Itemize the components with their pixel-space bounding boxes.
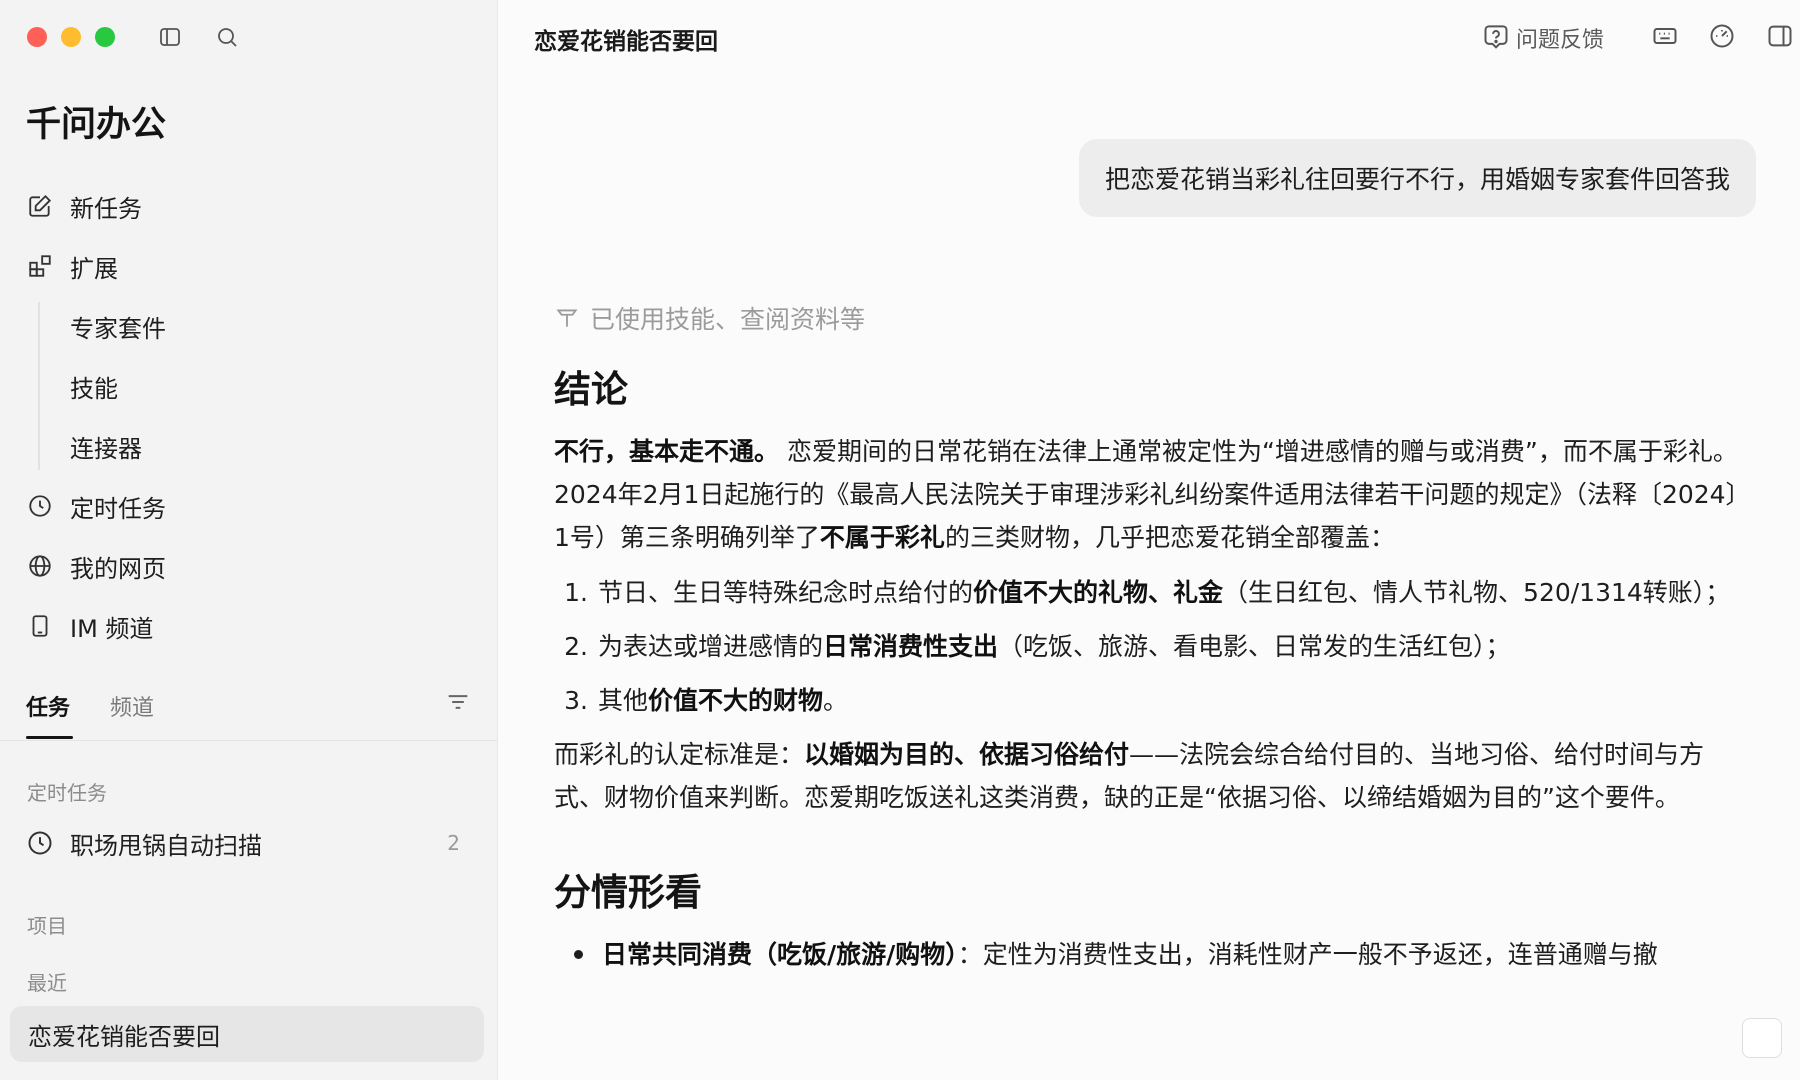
sidebar-item-label: 新任务: [70, 194, 142, 223]
answer-paragraph: 而彩礼的认定标准是：以婚姻为目的、依据习俗给付——法院会综合给付目的、当地习俗、…: [554, 733, 1750, 819]
bold-text: 不属于彩礼: [819, 523, 945, 552]
extensions-submenu: 专家套件 技能 连接器: [38, 296, 466, 476]
scheduled-task-count: 2: [447, 831, 460, 855]
answer-bullet-list: 日常共同消费（吃饭/旅游/购物）：定性为消费性支出，消耗性财产一般不予返还，连普…: [554, 933, 1750, 976]
user-message-bubble: 把恋爱花销当彩礼往回要行不行，用婚姻专家套件回答我: [1078, 139, 1756, 217]
section-label-recent: 最近: [27, 971, 67, 995]
sidebar-item-skills[interactable]: 技能: [70, 356, 466, 416]
answer-paragraph: 不行，基本走不通。 恋爱期间的日常花销在法律上通常被定性为“增进感情的赠与或消费…: [554, 430, 1750, 559]
feedback-label: 问题反馈: [1516, 28, 1605, 53]
sidebar-item-im-channel[interactable]: IM 频道: [26, 596, 466, 656]
text: （生日红包、情人节礼物、520/1314转账）；: [1223, 578, 1731, 607]
list-item: 3. 其他价值不大的财物。: [554, 679, 1750, 722]
divider: [0, 740, 497, 741]
app-window: 千问办公 新任务 扩展 专家套件 技能 连接器 定时任务 我的网页 IM 频道 …: [0, 0, 1800, 1080]
close-window-button[interactable]: [27, 27, 47, 47]
tab-channels[interactable]: 频道: [110, 690, 154, 722]
text: 节日、生日等特殊纪念时点给付的: [598, 578, 974, 607]
sidebar-item-label: 我的网页: [70, 554, 166, 583]
globe-icon: [26, 552, 54, 580]
feedback-button[interactable]: 问题反馈: [1482, 22, 1604, 54]
sidebar-item-extensions[interactable]: 扩展: [26, 236, 466, 296]
section-label-scheduled: 定时任务: [27, 781, 107, 805]
text: ：定性为消费性支出，消耗性财产一般不予返还，连普通赠与撤: [957, 940, 1658, 969]
list-number: 3.: [564, 686, 588, 715]
scroll-to-bottom-button[interactable]: [1742, 1018, 1782, 1058]
filter-icon[interactable]: [444, 688, 472, 716]
bold-text: 以婚姻为目的、依据习俗给付: [804, 740, 1130, 769]
text: 而彩礼的认定标准是：: [554, 740, 805, 769]
bold-text: 日常消费性支出: [823, 632, 999, 661]
text: 的三类财物，几乎把恋爱花销全部覆盖：: [944, 523, 1395, 552]
gauge-icon[interactable]: [1708, 22, 1738, 52]
sidebar-item-expert-kit[interactable]: 专家套件: [70, 296, 466, 356]
answer-heading-cases: 分情形看: [554, 871, 702, 914]
minimize-window-button[interactable]: [61, 27, 81, 47]
answer-numbered-list: 1. 节日、生日等特殊纪念时点给付的价值不大的礼物、礼金（生日红包、情人节礼物、…: [554, 571, 1750, 722]
main-panel: 恋爱花销能否要回 问题反馈 把恋爱花销当彩礼往回要行不行，用婚姻专家套件回答我 …: [498, 0, 1800, 1080]
assistant-answer: 结论 不行，基本走不通。 恋爱期间的日常花销在法律上通常被定性为“增进感情的赠与…: [554, 360, 1750, 976]
sidebar-item-label: 扩展: [70, 254, 118, 283]
help-icon: [1484, 25, 1508, 49]
tab-tasks[interactable]: 任务: [26, 690, 74, 739]
bold-text: 不行，基本走不通。: [554, 437, 780, 466]
text: 为表达或增进感情的: [598, 632, 824, 661]
sidebar-tabs: 任务 频道: [26, 680, 472, 742]
keyboard-icon[interactable]: [1651, 22, 1681, 52]
bold-text: 价值不大的礼物、礼金: [973, 578, 1224, 607]
app-brand: 千问办公: [26, 105, 167, 145]
maximize-window-button[interactable]: [95, 27, 115, 47]
sidebar-item-label: IM 频道: [70, 614, 154, 643]
text: （吃饭、旅游、看电影、日常发的生活红包）；: [998, 632, 1511, 661]
phone-icon: [26, 612, 54, 640]
edit-icon: [26, 192, 54, 220]
used-skills-toggle[interactable]: 已使用技能、查阅资料等: [554, 300, 865, 336]
bold-text: 价值不大的财物: [648, 686, 824, 715]
search-icon[interactable]: [214, 24, 240, 50]
bold-text: 日常共同消费（吃饭/旅游/购物）: [602, 940, 958, 969]
recent-conversation-item[interactable]: 恋爱花销能否要回: [10, 1006, 484, 1062]
text: 其他: [598, 686, 649, 715]
clock-icon: [26, 492, 54, 520]
sidebar-toggle-icon[interactable]: [157, 24, 183, 50]
scheduled-task-label: 职场甩锅自动扫描: [70, 831, 262, 860]
sidebar-nav: 新任务 扩展 专家套件 技能 连接器 定时任务 我的网页 IM 频道: [26, 176, 466, 656]
answer-heading-conclusion: 结论: [554, 368, 628, 411]
list-item: 日常共同消费（吃饭/旅游/购物）：定性为消费性支出，消耗性财产一般不予返还，连普…: [554, 933, 1750, 976]
sidebar: 千问办公 新任务 扩展 专家套件 技能 连接器 定时任务 我的网页 IM 频道 …: [0, 0, 498, 1080]
text: 。: [823, 686, 849, 715]
sidebar-item-scheduled[interactable]: 定时任务: [26, 476, 466, 536]
extensions-icon: [26, 252, 54, 280]
list-number: 2.: [564, 632, 588, 661]
section-label-projects: 项目: [27, 914, 67, 938]
sidebar-item-new-task[interactable]: 新任务: [26, 176, 466, 236]
sidebar-item-my-pages[interactable]: 我的网页: [26, 536, 466, 596]
clock-icon: [28, 831, 52, 855]
page-title: 恋爱花销能否要回: [534, 29, 718, 55]
tools-icon: [556, 309, 578, 327]
bullet-dot: [554, 933, 602, 976]
list-number: 1.: [564, 578, 588, 607]
list-item: 1. 节日、生日等特殊纪念时点给付的价值不大的礼物、礼金（生日红包、情人节礼物、…: [554, 571, 1750, 614]
right-panel-toggle-icon[interactable]: [1766, 22, 1796, 52]
window-controls: [27, 27, 115, 47]
used-skills-label: 已使用技能、查阅资料等: [590, 305, 866, 334]
sidebar-item-label: 定时任务: [70, 494, 166, 523]
list-item: 2. 为表达或增进感情的日常消费性支出（吃饭、旅游、看电影、日常发的生活红包）；: [554, 625, 1750, 668]
sidebar-item-connectors[interactable]: 连接器: [70, 416, 466, 476]
scheduled-task-item[interactable]: 职场甩锅自动扫描 2: [26, 820, 466, 866]
